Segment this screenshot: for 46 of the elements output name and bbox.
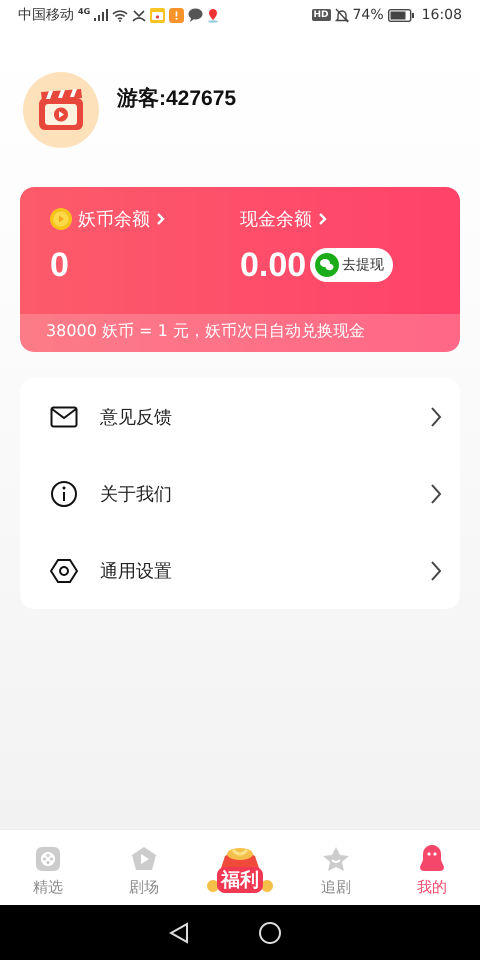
clock-time: 16:08 xyxy=(422,7,462,23)
nav-tab[interactable]: 精选 xyxy=(0,830,96,905)
coin-balance: 0 xyxy=(50,245,70,285)
back-icon[interactable] xyxy=(169,922,189,944)
battery-percent: 74% xyxy=(352,7,384,23)
hd-badge: HD xyxy=(312,9,331,21)
nav-tab[interactable]: 我的 xyxy=(384,830,480,905)
withdraw-button[interactable]: 去提现 xyxy=(310,248,394,282)
network-type: 4G xyxy=(78,7,90,16)
menu-item[interactable]: 关于我们 xyxy=(20,455,460,532)
chevron-right-icon xyxy=(318,212,327,226)
film-reel-icon xyxy=(35,846,61,872)
mail-icon xyxy=(50,406,78,428)
chat-icon xyxy=(188,8,204,22)
battery-icon xyxy=(388,8,414,22)
menu-item[interactable]: 通用设置 xyxy=(20,532,460,609)
location-pin-icon xyxy=(207,8,220,22)
nav-tab[interactable]: 剧场 xyxy=(96,830,192,905)
chevron-right-icon xyxy=(430,560,442,582)
user-name: 游客:427675 xyxy=(117,86,236,112)
chevron-right-icon xyxy=(430,406,442,428)
wifi-icon xyxy=(112,8,128,22)
play-icon xyxy=(131,846,157,872)
cash-balance: 0.00 xyxy=(240,245,306,285)
info-icon xyxy=(50,480,78,508)
nav-tab[interactable]: 福利 xyxy=(192,830,288,905)
exchange-note: 38000 妖币 = 1 元，妖币次日自动兑换现金 xyxy=(20,314,460,352)
tv-app-icon xyxy=(150,8,166,22)
signal-icon xyxy=(94,9,108,21)
home-icon[interactable] xyxy=(259,922,281,944)
settings-icon xyxy=(50,558,78,584)
star-icon xyxy=(322,846,350,872)
muted-bell-icon xyxy=(334,8,349,22)
wechat-icon xyxy=(315,253,340,277)
nav-tab[interactable]: 追剧 xyxy=(288,830,384,905)
menu-item[interactable]: 意见反馈 xyxy=(20,378,460,455)
chevron-right-icon xyxy=(430,482,442,504)
clapperboard-icon xyxy=(37,88,85,132)
coin-icon xyxy=(50,208,72,230)
app-notification-icon xyxy=(169,8,184,22)
coin-balance-link[interactable]: 妖币余额 xyxy=(78,207,150,231)
carrier-name: 中国移动 xyxy=(18,6,74,24)
missed-call-icon xyxy=(132,8,146,22)
cash-balance-link[interactable]: 现金余额 xyxy=(240,207,312,231)
chevron-right-icon xyxy=(156,212,165,226)
person-icon xyxy=(419,844,445,872)
